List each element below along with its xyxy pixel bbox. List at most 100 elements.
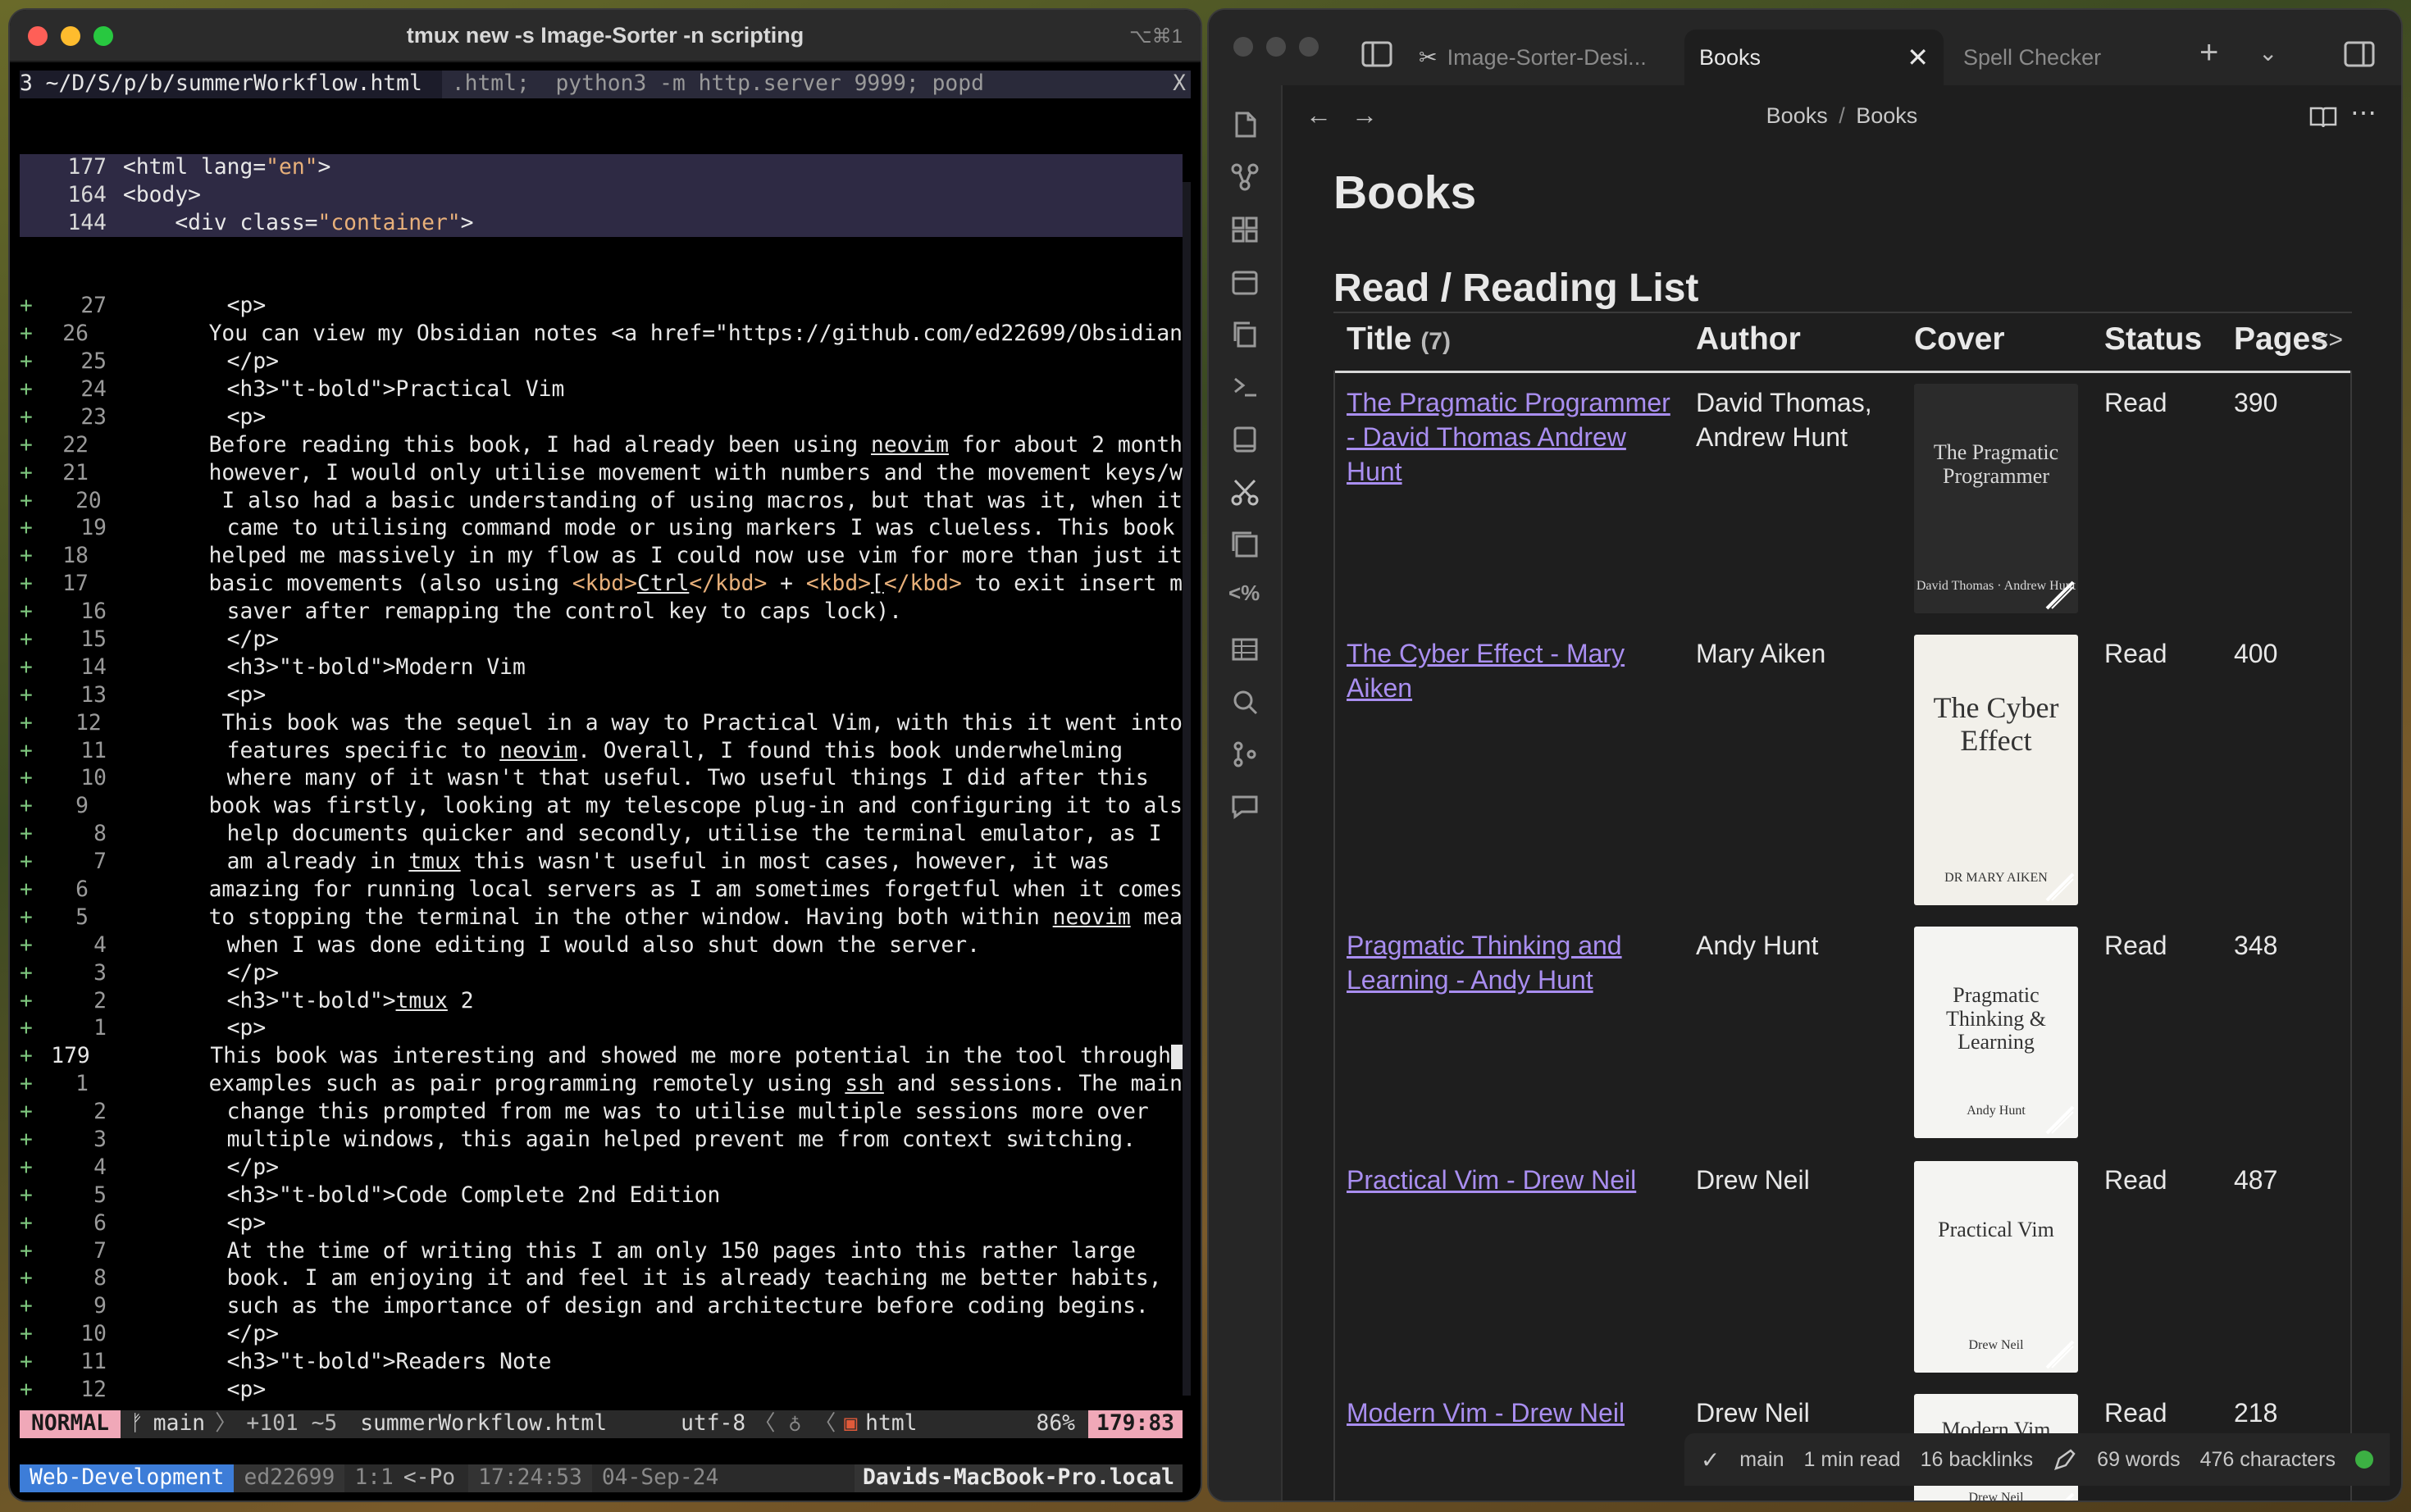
code-line[interactable]: +7 At the time of writing this I am only… <box>20 1238 1183 1266</box>
code-line[interactable]: +11 <h3>"t-bold">Readers Note </h3> <box>20 1349 1183 1377</box>
code-line[interactable]: +20 I also had a basic understanding of … <box>20 488 1183 516</box>
tab-spell-checker[interactable]: Spell Checker <box>1947 30 2193 85</box>
code-line[interactable]: +3 multiple windows, this again helped p… <box>20 1127 1183 1154</box>
cover-expand-icon[interactable] <box>2044 579 2076 612</box>
code-line[interactable]: +5 <h3>"t-bold">Code Complete 2nd Editio… <box>20 1182 1183 1210</box>
expand-arrows-icon[interactable]: <> <box>2314 326 2343 354</box>
tmux-session[interactable]: Web-Development <box>20 1464 235 1492</box>
templater-icon[interactable]: <% <box>1228 581 1261 613</box>
book-title-link[interactable]: The Pragmatic Programmer - David Thomas … <box>1347 385 1675 489</box>
vim-tab-current[interactable]: 3 ~/D/S/p/b/summerWorkflow.html <box>20 71 442 98</box>
code-line[interactable]: +2 change this prompted from me was to u… <box>20 1099 1183 1127</box>
code-line[interactable]: +24 <h3>"t-bold">Practical Vim </h3> <box>20 376 1183 404</box>
cover-expand-icon[interactable] <box>2044 1338 2076 1371</box>
code-line[interactable]: +9 book was firstly, looking at my teles… <box>20 793 1183 821</box>
code-line[interactable]: +8 book. I am enjoying it and feel it is… <box>20 1265 1183 1293</box>
code-line[interactable]: +1 examples such as pair programming rem… <box>20 1071 1183 1099</box>
line-text: <h3>"t-bold">Readers Note <box>123 1350 552 1375</box>
header-status[interactable]: Status <box>2104 321 2202 358</box>
maximize-window-button[interactable] <box>1299 37 1319 57</box>
code-line[interactable]: +1 <p> <box>20 1015 1183 1043</box>
minimize-window-button[interactable] <box>1266 37 1286 57</box>
vim-tab-close[interactable]: X <box>1173 71 1186 98</box>
book-title-link[interactable]: The Cyber Effect - Mary Aiken <box>1347 636 1675 705</box>
code-line[interactable]: +9 such as the importance of design and … <box>20 1293 1183 1321</box>
code-line[interactable]: +21 however, I would only utilise moveme… <box>20 460 1183 488</box>
cover-expand-icon[interactable] <box>2044 871 2076 904</box>
code-line[interactable]: +19 came to utilising command mode or us… <box>20 515 1183 543</box>
header-title[interactable]: Title (7) <box>1347 321 1451 358</box>
sidebar-toggle-icon[interactable] <box>1361 41 1392 67</box>
book-title-link[interactable]: Practical Vim - Drew Neil <box>1347 1163 1675 1197</box>
header-author[interactable]: Author <box>1696 321 1801 358</box>
code-line[interactable]: +10 </p> <box>20 1321 1183 1349</box>
code-line[interactable]: +14 <h3>"t-bold">Modern Vim </h3> <box>20 654 1183 682</box>
code-line[interactable]: +17 basic movements (also using <kbd>Ctr… <box>20 571 1183 599</box>
terminal-icon[interactable] <box>1228 371 1261 403</box>
code-line[interactable]: +4 when I was done editing I would also … <box>20 932 1183 960</box>
book-title-link[interactable]: Pragmatic Thinking and Learning - Andy H… <box>1347 928 1675 997</box>
maximize-window-button[interactable] <box>93 26 113 46</box>
graph-icon[interactable] <box>1228 161 1261 194</box>
more-options-icon[interactable]: ⋯ <box>2350 97 2377 128</box>
code-line[interactable]: +15 </p> <box>20 626 1183 654</box>
book-icon[interactable] <box>1228 423 1261 456</box>
reading-view-icon[interactable] <box>2309 105 2337 130</box>
scissors-icon[interactable] <box>1228 476 1261 508</box>
status-branch[interactable]: main <box>1739 1448 1784 1472</box>
new-tab-icon[interactable]: + <box>2199 34 2218 71</box>
minimize-window-button[interactable] <box>61 26 80 46</box>
editor-scrollbar[interactable] <box>1183 182 1191 1396</box>
code-line[interactable]: +25 </p> <box>20 348 1183 376</box>
close-window-button[interactable] <box>1233 37 1253 57</box>
git-icon[interactable] <box>1228 738 1261 771</box>
vim-tab-other[interactable]: .html; python3 -m http.server 9999; popd <box>442 71 984 98</box>
comment-icon[interactable] <box>1228 790 1261 823</box>
code-line[interactable]: +10 where many of it wasn't that useful.… <box>20 765 1183 793</box>
header-cover[interactable]: Cover <box>1914 321 2005 358</box>
close-tab-icon[interactable]: ✕ <box>1907 42 1929 73</box>
code-line[interactable]: +6 amazing for running local servers as … <box>20 877 1183 904</box>
diff-sign: + <box>20 460 33 485</box>
code-line[interactable]: +16 saver after remapping the control ke… <box>20 599 1183 626</box>
tab-books[interactable]: Books ✕ <box>1684 30 1944 85</box>
code-line[interactable]: +18 helped me massively in my flow as I … <box>20 543 1183 571</box>
code-line[interactable]: +12 This book was the sequel in a way to… <box>20 710 1183 738</box>
code-line[interactable]: +27 <p> <box>20 293 1183 321</box>
code-line[interactable]: +23 <p> <box>20 404 1183 432</box>
code-line[interactable]: +13 <p> <box>20 682 1183 710</box>
breadcrumb-parent[interactable]: Books <box>1766 103 1828 128</box>
close-window-button[interactable] <box>28 26 48 46</box>
cover-expand-icon[interactable] <box>2044 1104 2076 1136</box>
code-line[interactable]: +11 features specific to neovim. Overall… <box>20 738 1183 766</box>
breadcrumb-current[interactable]: Books <box>1856 103 1917 128</box>
cover-expand-icon[interactable] <box>2044 1491 2076 1501</box>
tab-image-sorter[interactable]: ✂ Image-Sorter-Desi... <box>1419 30 1666 85</box>
code-line[interactable]: +3 </p> <box>20 960 1183 988</box>
code-line[interactable]: +6 <p> <box>20 1210 1183 1238</box>
sync-status-icon[interactable] <box>2355 1451 2373 1469</box>
scroll-percent: 86% <box>1036 1411 1076 1436</box>
chevron-down-icon[interactable]: ⌄ <box>2258 39 2277 66</box>
status-backlinks[interactable]: 16 backlinks <box>1921 1448 2034 1472</box>
canvas-icon[interactable] <box>1228 213 1261 246</box>
code-line[interactable]: +22 Before reading this book, I had alre… <box>20 432 1183 460</box>
pencil-icon[interactable] <box>2053 1447 2077 1472</box>
editor-buffer[interactable]: 177 <html lang="en"> 164 <body> 144 <div cla… <box>20 98 1183 1404</box>
code-line[interactable]: +4 </p> <box>20 1154 1183 1182</box>
right-sidebar-toggle-icon[interactable] <box>2344 41 2375 67</box>
code-line[interactable]: +179 This book was interesting and showe… <box>20 1043 1183 1071</box>
stack-icon[interactable] <box>1228 528 1261 561</box>
open-note-icon[interactable] <box>1228 108 1261 141</box>
code-line[interactable]: +7 am already in tmux this wasn't useful… <box>20 849 1183 877</box>
code-line[interactable]: +5 to stopping the terminal in the other… <box>20 904 1183 932</box>
code-line[interactable]: +26 You can view my Obsidian notes <a hr… <box>20 321 1183 348</box>
search-icon[interactable] <box>1228 685 1261 718</box>
copy-icon[interactable] <box>1228 318 1261 351</box>
code-line[interactable]: +12 <p> <box>20 1377 1183 1404</box>
book-title-link[interactable]: Modern Vim - Drew Neil <box>1347 1396 1675 1430</box>
table-icon[interactable] <box>1228 633 1261 666</box>
calendar-icon[interactable] <box>1228 266 1261 298</box>
code-line[interactable]: +8 help documents quicker and secondly, … <box>20 821 1183 849</box>
code-line[interactable]: +2 <h3>"t-bold">tmux 2 </h3> <box>20 988 1183 1016</box>
